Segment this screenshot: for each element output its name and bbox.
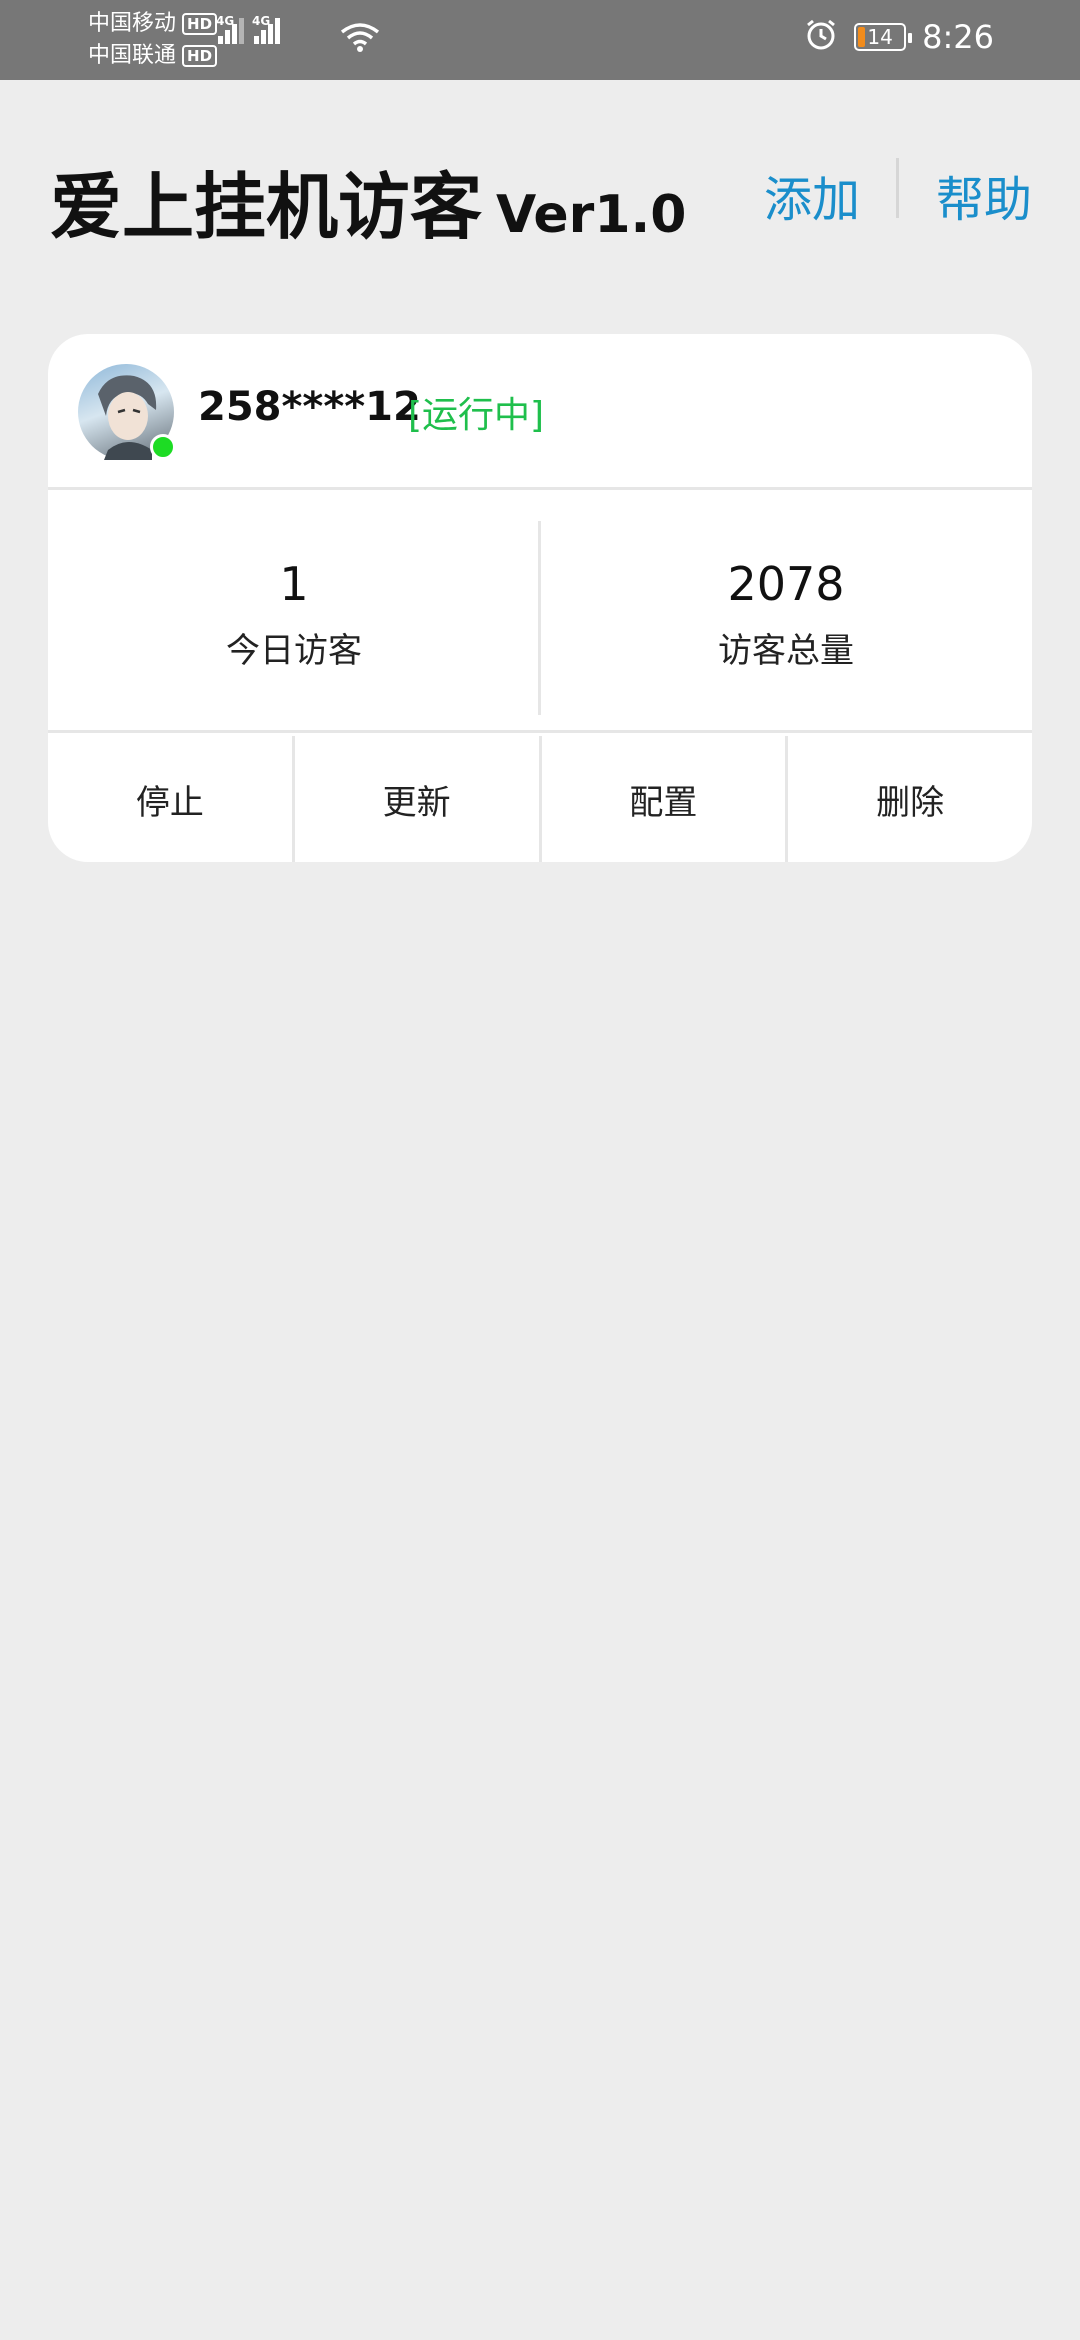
card-actions: 停止 更新 配置 删除 [48, 736, 1032, 862]
signal-icon: 4G [252, 14, 280, 44]
stop-button[interactable]: 停止 [48, 736, 295, 862]
app-header: 爱上挂机访客 Ver1.0 添加 帮助 [0, 140, 1080, 249]
today-visitors-label: 今日访客 [226, 631, 362, 671]
help-button[interactable]: 帮助 [936, 160, 1032, 230]
app-title: 爱上挂机访客 [50, 165, 483, 249]
visitor-stats: 1 今日访客 2078 访客总量 [48, 493, 1032, 733]
running-status: [运行中] [408, 395, 545, 436]
network-type-1: 4G [216, 14, 235, 28]
wifi-icon [340, 22, 380, 56]
total-visitors-stat: 2078 访客总量 [540, 493, 1032, 733]
status-time: 8:26 [922, 18, 994, 56]
battery-icon: 14 [854, 23, 913, 51]
today-visitors-stat: 1 今日访客 [48, 493, 540, 733]
signal-indicators: 4G 4G [216, 14, 280, 44]
total-visitors-value: 2078 [727, 557, 845, 611]
online-status-dot [150, 434, 176, 460]
today-visitors-value: 1 [279, 557, 309, 611]
page-title: 爱上挂机访客 Ver1.0 [50, 148, 686, 253]
hd-badge-1: HD [182, 13, 218, 35]
header-divider [896, 158, 899, 218]
network-type-2: 4G [252, 14, 271, 28]
card-header: 258****12 [运行中] [48, 334, 1032, 490]
battery-percent: 14 [867, 25, 893, 49]
account-id: 258****12 [198, 384, 421, 430]
carrier-2-name: 中国联通 [88, 43, 177, 68]
app-version: Ver1.0 [496, 185, 687, 245]
delete-button[interactable]: 删除 [788, 736, 1032, 862]
carrier-row-2: 中国联通 HD [88, 40, 218, 72]
config-button[interactable]: 配置 [542, 736, 789, 862]
signal-icon: 4G [216, 14, 244, 44]
carrier-info: 中国移动 HD 中国联通 HD [88, 8, 218, 72]
add-button[interactable]: 添加 [764, 160, 860, 230]
status-right: 14 8:26 [804, 18, 994, 56]
account-card: 258****12 [运行中] 1 今日访客 2078 访客总量 停止 更新 配… [48, 334, 1032, 862]
carrier-row-1: 中国移动 HD [88, 8, 218, 40]
update-button[interactable]: 更新 [295, 736, 542, 862]
carrier-1-name: 中国移动 [88, 11, 177, 36]
alarm-icon [804, 18, 838, 56]
hd-badge-2: HD [182, 45, 218, 67]
total-visitors-label: 访客总量 [718, 631, 854, 671]
status-bar: 中国移动 HD 中国联通 HD 4G 4G 14 8:26 [0, 0, 1080, 80]
